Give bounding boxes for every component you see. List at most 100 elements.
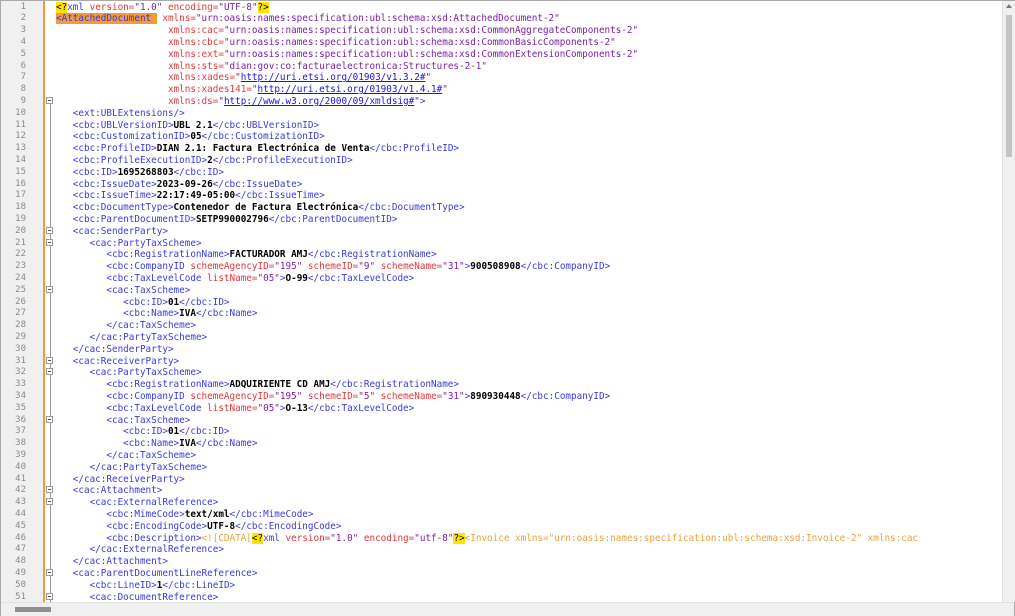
code-line[interactable]: 41 </cac:ReceiverParty> [1,474,1001,486]
token-attr: xmlns:xades141= [167,84,252,96]
code-line[interactable]: 42 <cac:Attachment> [1,485,1001,497]
collapse-fold-icon[interactable] [46,415,53,423]
token-bold: SETP990002796 [195,214,269,225]
token-tag: <cac:TaxScheme> [106,284,191,296]
code-line[interactable]: 1 <?xml version="1.0" encoding="UTF-8"?> [1,1,1001,14]
code-line[interactable]: 20 <cac:SenderParty> [1,226,1001,238]
code-line[interactable]: 14 <cbc:ProfileExecutionID>2</cbc:Profil… [1,155,1001,167]
collapse-fold-icon[interactable] [46,285,53,293]
token-tag: </cac:PartyTaxScheme> [89,332,208,343]
code-line[interactable]: 23 <cbc:CompanyID schemeAgencyID="195" s… [1,261,1001,273]
line-number: 11 [15,119,26,130]
line-number: 39 [15,450,26,460]
code-line[interactable]: 2 <AttachedDocument xmlns="urn:oasis:name… [1,13,1001,25]
code-text: xmlns:xades141= "http://uri.etsi.org/0190… [56,84,448,96]
code-line[interactable]: 34 <cbc:CompanyID schemeAgencyID="195" s… [1,391,1001,403]
code-line[interactable]: 6 xmlns:sts="dian:gov:co:facturaelectron… [1,61,1001,73]
code-line[interactable]: 48 </cac:Attachment> [1,556,1001,568]
code-line[interactable]: 32 <cac:PartyTaxScheme> [1,367,1001,379]
collapse-fold-icon[interactable] [46,226,53,234]
vertical-scroll-thumb[interactable] [1006,15,1012,157]
collapse-fold-icon[interactable] [46,498,53,506]
collapse-fold-icon[interactable] [46,486,53,494]
code-line[interactable]: 51 <cac:DocumentReference> [1,592,1001,602]
line-number: 5 [20,48,26,59]
code-area[interactable]: 1 <?xml version="1.0" encoding="UTF-8"?> 2… [1,1,1001,602]
token-tag: <ext:UBLExtensions/> [72,107,185,119]
code-line[interactable]: 10 <ext:UBLExtensions/> [1,108,1001,120]
code-line[interactable]: 38 <cbc:Name>IVA</cbc:Name> [1,438,1001,450]
code-line[interactable]: 24 <cbc:TaxLevelCode listName="05">O-99<… [1,273,1001,285]
line-number: 38 [15,438,26,449]
token-tag: </cbc:Name> [195,308,258,320]
token-bold: IVA [179,438,196,450]
horizontal-scroll-thumb[interactable] [15,607,51,612]
code-line[interactable]: 5 xmlns:ext="urn:oasis:names:specificati… [1,49,1001,61]
code-line[interactable]: 47 </cac:ExternalReference> [1,544,1001,556]
code-line[interactable]: 29 </cac:PartyTaxScheme> [1,332,1001,344]
token-tag: </cbc:LineID> [162,579,236,591]
code-line[interactable]: 8 xmlns:xades141= "http://uri.etsi.org/01… [1,84,1001,96]
code-line[interactable]: 15 <cbc:ID>1695268803</cbc:ID> [1,167,1001,179]
line-number: 24 [15,273,26,283]
token-link[interactable]: http://www.w3.org/2000/09/xmldsig# [224,96,414,107]
code-line[interactable]: 39 </cac:TaxScheme> [1,450,1001,462]
code-line[interactable]: 43 <cac:ExternalReference> [1,497,1001,509]
code-line[interactable]: 9 xmlns:ds="http://www.w3.org/2000/09/xm… [1,96,1001,108]
code-line[interactable]: 37 <cbc:ID>01</cbc:ID> [1,426,1001,438]
collapse-fold-icon[interactable] [46,592,53,600]
line-number: 22 [15,249,26,260]
token-link[interactable]: http://uri.etsi.org/01903/v1.4.1# [258,84,443,95]
horizontal-scrollbar[interactable] [1,602,1014,616]
code-line[interactable]: 16 <cbc:IssueDate>2023-09-26</cbc:IssueD… [1,179,1001,191]
code-line[interactable]: 27 <cbc:Name>IVA</cbc:Name> [1,308,1001,320]
token-tag: <cbc:ProfileExecutionID> [72,155,208,166]
token-tag: </cbc:ID> [179,296,230,308]
code-line[interactable]: 11 <cbc:UBLVersionID>UBL 2.1</cbc:UBLVer… [1,120,1001,132]
code-line[interactable]: 4 xmlns:cbc="urn:oasis:names:specificati… [1,37,1001,49]
code-line[interactable]: 49 <cac:ParentDocumentLineReference> [1,568,1001,580]
code-line[interactable]: 25 <cac:TaxScheme> [1,285,1001,297]
token-attr: xmlns:cac= [167,25,224,37]
collapse-fold-icon[interactable] [46,97,53,104]
line-number: 6 [20,60,26,71]
token-attr: xmlns:ds= [167,96,219,107]
code-line[interactable]: 18 <cbc:DocumentType>Contenedor de Factu… [1,202,1001,214]
token-tag: </cbc:CustomizationID> [201,131,325,143]
code-text: <cbc:CompanyID schemeAgencyID="195" sche… [56,391,610,403]
code-line[interactable]: 12 <cbc:CustomizationID>05</cbc:Customiz… [1,131,1001,143]
code-line[interactable]: 30 </cac:SenderParty> [1,344,1001,356]
collapse-fold-icon[interactable] [46,569,53,576]
code-line[interactable]: 3 xmlns:cac="urn:oasis:names:specificati… [1,25,1001,37]
code-line[interactable]: 13 <cbc:ProfileID>DIAN 2.1: Factura Elec… [1,143,1001,155]
code-line[interactable]: 44 <cbc:MimeCode>text/xml</cbc:MimeCode> [1,509,1001,521]
code-line[interactable]: 35 <cbc:TaxLevelCode listName="05">O-13<… [1,403,1001,415]
code-line[interactable]: 33 <cbc:RegistrationName>ADQUIRIENTE CD … [1,379,1001,391]
line-number: 8 [20,84,26,95]
code-text: <cbc:RegistrationName>FACTURADOR AMJ</cb… [56,249,436,261]
collapse-fold-icon[interactable] [46,238,53,246]
scroll-up-icon[interactable] [1006,4,1012,8]
code-line[interactable]: 19 <cbc:ParentDocumentID>SETP990002796</… [1,214,1001,226]
code-line[interactable]: 50 <cbc:LineID>1</cbc:LineID> [1,580,1001,592]
code-line[interactable]: 21 <cac:PartyTaxScheme> [1,238,1001,250]
token-bold: UBL 2.1 [173,119,213,131]
code-line[interactable]: 31 <cac:ReceiverParty> [1,356,1001,368]
code-line[interactable]: 45 <cbc:EncodingCode>UTF-8</cbc:Encoding… [1,521,1001,533]
collapse-fold-icon[interactable] [46,368,53,376]
code-line[interactable]: 26 <cbc:ID>01</cbc:ID> [1,297,1001,309]
code-line[interactable]: 7 xmlns:xades= "http://uri.etsi.org/01903… [1,72,1001,84]
code-line[interactable]: 28 </cac:TaxScheme> [1,320,1001,332]
code-line[interactable]: 40 </cac:PartyTaxScheme> [1,462,1001,474]
code-line[interactable]: 36 <cac:TaxScheme> [1,415,1001,427]
collapse-fold-icon[interactable] [46,356,53,364]
vertical-scrollbar[interactable] [1002,1,1015,602]
code-line[interactable]: 17 <cbc:IssueTime>22:17:49-05:00</cbc:Is… [1,190,1001,202]
code-line[interactable]: 46 <cbc:Description><![CDATA[<?xml versi… [1,532,1001,545]
token-link[interactable]: http://uri.etsi.org/01903/v1.3.2# [241,72,426,83]
code-line[interactable]: 22 <cbc:RegistrationName>FACTURADOR AMJ<… [1,249,1001,261]
